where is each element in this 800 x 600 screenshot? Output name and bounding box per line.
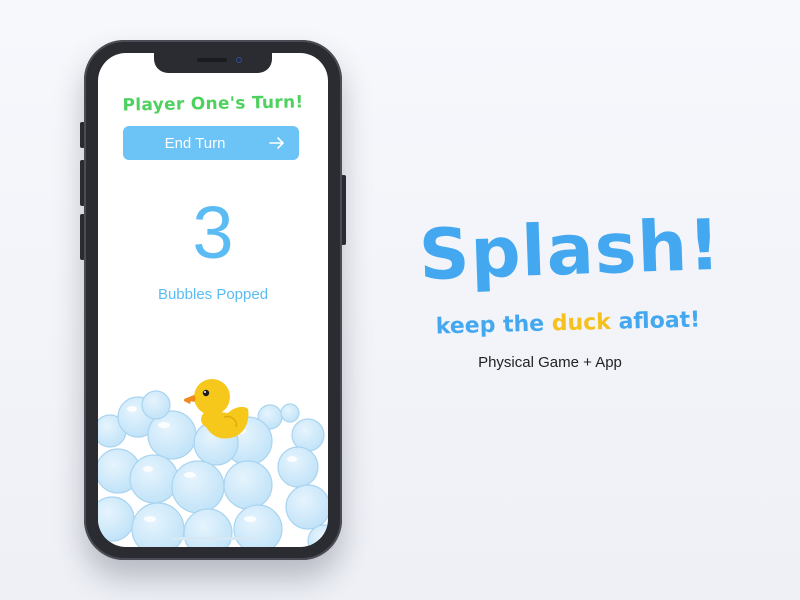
phone-screen: Player One's Turn! End Turn 3 Bubbles Po… [98,53,328,547]
home-indicator [171,537,255,540]
tagline-highlight: duck [551,309,612,337]
end-turn-label: End Turn [164,135,226,152]
brand-tagline: keep the duck afloat! [418,305,719,343]
front-camera [236,57,242,63]
phone-mockup: Player One's Turn! End Turn 3 Bubbles Po… [84,40,342,560]
speaker-grille [197,58,227,62]
phone-notch [154,53,272,73]
rubber-duck-icon [184,379,249,439]
brand-subtitle: Physical Game + App [478,354,622,371]
tagline-prefix: keep the [435,311,553,340]
bubbles-popped-label: Bubbles Popped [157,286,269,303]
brand-title: Splash! [417,203,723,297]
arrow-right-icon [269,137,284,149]
turn-title: Player One's Turn! [122,92,304,116]
end-turn-button[interactable]: End Turn [123,126,299,160]
tagline-suffix: afloat! [610,307,701,335]
bubbles-popped-count: 3 [192,191,234,274]
